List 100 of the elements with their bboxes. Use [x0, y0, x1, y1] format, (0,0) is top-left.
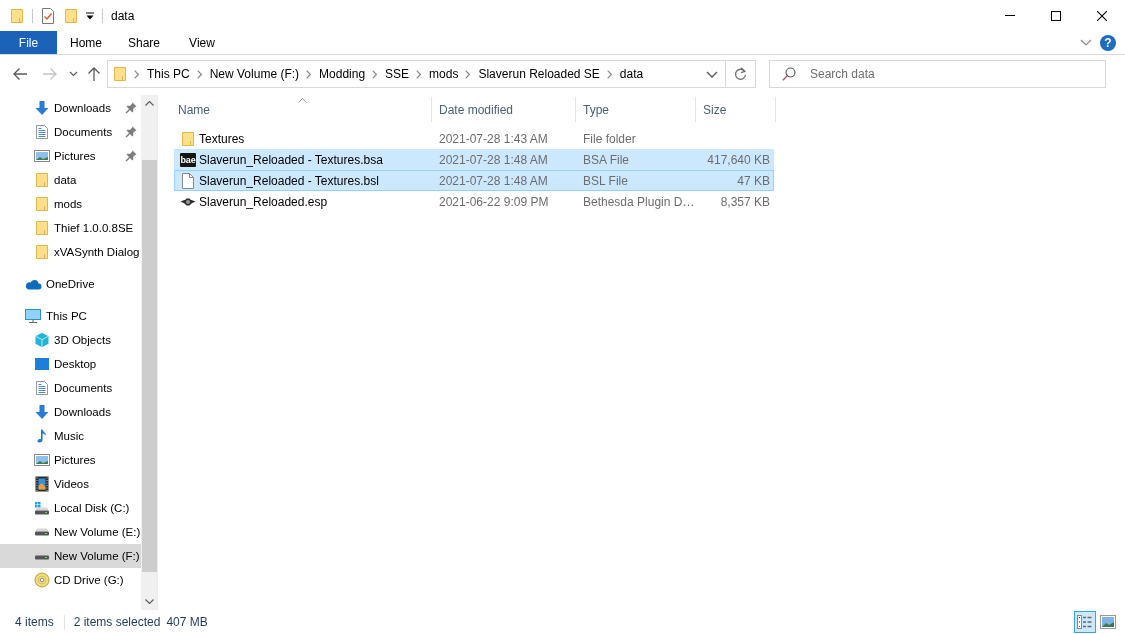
sidebar-item[interactable]: Documents [0, 120, 141, 144]
desktop-icon [34, 358, 50, 370]
sidebar-item[interactable]: This PC [0, 304, 141, 328]
file-row[interactable]: Textures 2021-07-28 1:43 AM File folder [174, 128, 774, 149]
chevron-right-icon[interactable] [606, 69, 612, 79]
file-type: BSL File [583, 173, 628, 188]
folder-icon [35, 172, 49, 188]
file-type: BSA File [583, 152, 630, 167]
up-arrow-icon[interactable] [87, 66, 101, 82]
dropdown-caret-icon[interactable] [86, 11, 94, 20]
selection-count: 2 items selected [73, 615, 161, 629]
file-name: Slaverun_Reloaded.esp [199, 194, 328, 209]
breadcrumb[interactable]: This PC [147, 67, 190, 81]
date-modified: 2021-07-28 1:43 AM [439, 131, 548, 146]
file-row[interactable]: Slaverun_Reloaded - Textures.bsl 2021-07-28 1:48 AM BSL File 47 KB [174, 170, 774, 191]
breadcrumb[interactable]: SSE [385, 67, 410, 81]
file-row[interactable]: Slaverun_Reloaded.esp 2021-06-22 9:09 PM Bethesda Plugin D… 8,357 KB [174, 191, 774, 212]
sidebar-item[interactable]: New Volume (F:) [0, 544, 141, 568]
date-modified: 2021-06-22 9:09 PM [439, 194, 549, 209]
breadcrumb[interactable]: Modding [319, 67, 366, 81]
checklist-icon[interactable] [41, 7, 55, 24]
drive-icon [34, 501, 50, 515]
sidebar-item[interactable]: Downloads [0, 400, 141, 424]
breadcrumb[interactable]: mods [429, 67, 459, 81]
maximize-icon[interactable] [1051, 10, 1061, 21]
column-header[interactable]: Size [696, 97, 776, 122]
sidebar-item[interactable]: Downloads [0, 96, 141, 120]
pin-icon[interactable] [125, 102, 137, 114]
sidebar-item[interactable]: Thief 1.0.0.8SE [0, 216, 141, 240]
chevron-down-icon[interactable] [706, 70, 718, 78]
sidebar-item[interactable]: Pictures [0, 144, 141, 168]
document-icon [34, 124, 50, 140]
sidebar-item[interactable]: Videos [0, 472, 141, 496]
sidebar-item[interactable]: Documents [0, 376, 141, 400]
ribbon-tab[interactable]: Home [57, 31, 115, 54]
chevron-right-icon[interactable] [196, 69, 202, 79]
folder-icon [181, 130, 195, 147]
sidebar-item[interactable]: CD Drive (G:) [0, 568, 141, 592]
breadcrumb[interactable]: Slaverun Reloaded SE [478, 67, 600, 81]
date-modified: 2021-07-28 1:48 AM [439, 152, 548, 167]
selection-size: 407 MB [166, 615, 208, 629]
search-field[interactable]: Search data [769, 60, 1106, 88]
drive-icon [34, 528, 50, 536]
chevron-right-icon[interactable] [465, 69, 471, 79]
refresh-icon[interactable] [734, 67, 747, 81]
chevron-down-icon[interactable] [1080, 39, 1092, 46]
picture-icon [34, 150, 50, 162]
folder-icon [35, 244, 49, 260]
search-icon [782, 67, 796, 81]
file-name: Slaverun_Reloaded - Textures.bsl [199, 173, 379, 188]
logo-icon: bae [180, 152, 196, 167]
down-arrow-icon [34, 100, 50, 116]
help-button[interactable]: ? [1100, 34, 1116, 51]
chevron-right-icon[interactable] [372, 69, 378, 79]
chevron-up-icon[interactable] [144, 101, 154, 106]
item-count: 4 items [15, 615, 54, 629]
column-header[interactable]: Name [174, 97, 432, 122]
back-arrow-icon[interactable] [12, 67, 28, 81]
file-tab[interactable]: File [0, 31, 57, 54]
address-bar[interactable]: This PC New Volume (F:) Modding SSE mods Slaverun Reloaded SE data [107, 60, 756, 88]
file-icon [181, 172, 195, 189]
close-icon[interactable] [1097, 10, 1107, 21]
details-list-icon [1077, 615, 1093, 629]
chevron-right-icon[interactable] [134, 69, 139, 79]
chevron-right-icon[interactable] [416, 69, 422, 79]
sidebar-item[interactable]: New Volume (E:) [0, 520, 141, 544]
folder-icon [10, 7, 24, 24]
disc-icon [34, 572, 50, 588]
breadcrumb[interactable]: New Volume (F:) [209, 67, 300, 81]
sidebar-item[interactable]: Music [0, 424, 141, 448]
column-header[interactable]: Date modified [432, 97, 576, 122]
sidebar-item[interactable]: Local Disk (C:) [0, 496, 141, 520]
sidebar-item[interactable]: Desktop [0, 352, 141, 376]
file-size: 8,357 KB [720, 194, 770, 209]
folder-icon [35, 220, 49, 236]
details-view-button[interactable] [1074, 611, 1096, 633]
chevron-down-icon[interactable] [69, 71, 78, 77]
film-icon [34, 476, 50, 492]
scrollbar-thumb[interactable] [141, 160, 157, 572]
date-modified: 2021-07-28 1:48 AM [439, 173, 548, 188]
down-arrow-icon [34, 404, 50, 420]
sidebar-item[interactable]: data [0, 168, 141, 192]
column-header[interactable]: Type [576, 97, 696, 122]
ribbon-tab[interactable]: Share [115, 31, 173, 54]
picture-icon [34, 454, 50, 466]
scrollbar-track[interactable] [141, 95, 157, 610]
sidebar-item[interactable]: xVASynth Dialog [0, 240, 141, 264]
sidebar-item[interactable]: 3D Objects [0, 328, 141, 352]
chevron-down-icon[interactable] [144, 599, 154, 604]
ribbon-tab[interactable]: View [173, 31, 231, 54]
pin-icon[interactable] [125, 126, 137, 138]
breadcrumb[interactable]: data [619, 67, 644, 81]
pin-icon[interactable] [125, 150, 137, 162]
file-name: Slaverun_Reloaded - Textures.bsa [199, 152, 383, 167]
file-size: 47 KB [737, 173, 770, 188]
sidebar-item[interactable]: mods [0, 192, 141, 216]
sidebar-item[interactable]: OneDrive [0, 272, 141, 296]
file-row[interactable]: bae Slaverun_Reloaded - Textures.bsa 2021-07-28 1:48 AM BSA File 417,640 KB [174, 149, 774, 170]
chevron-right-icon[interactable] [306, 69, 312, 79]
sidebar-item[interactable]: Pictures [0, 448, 141, 472]
